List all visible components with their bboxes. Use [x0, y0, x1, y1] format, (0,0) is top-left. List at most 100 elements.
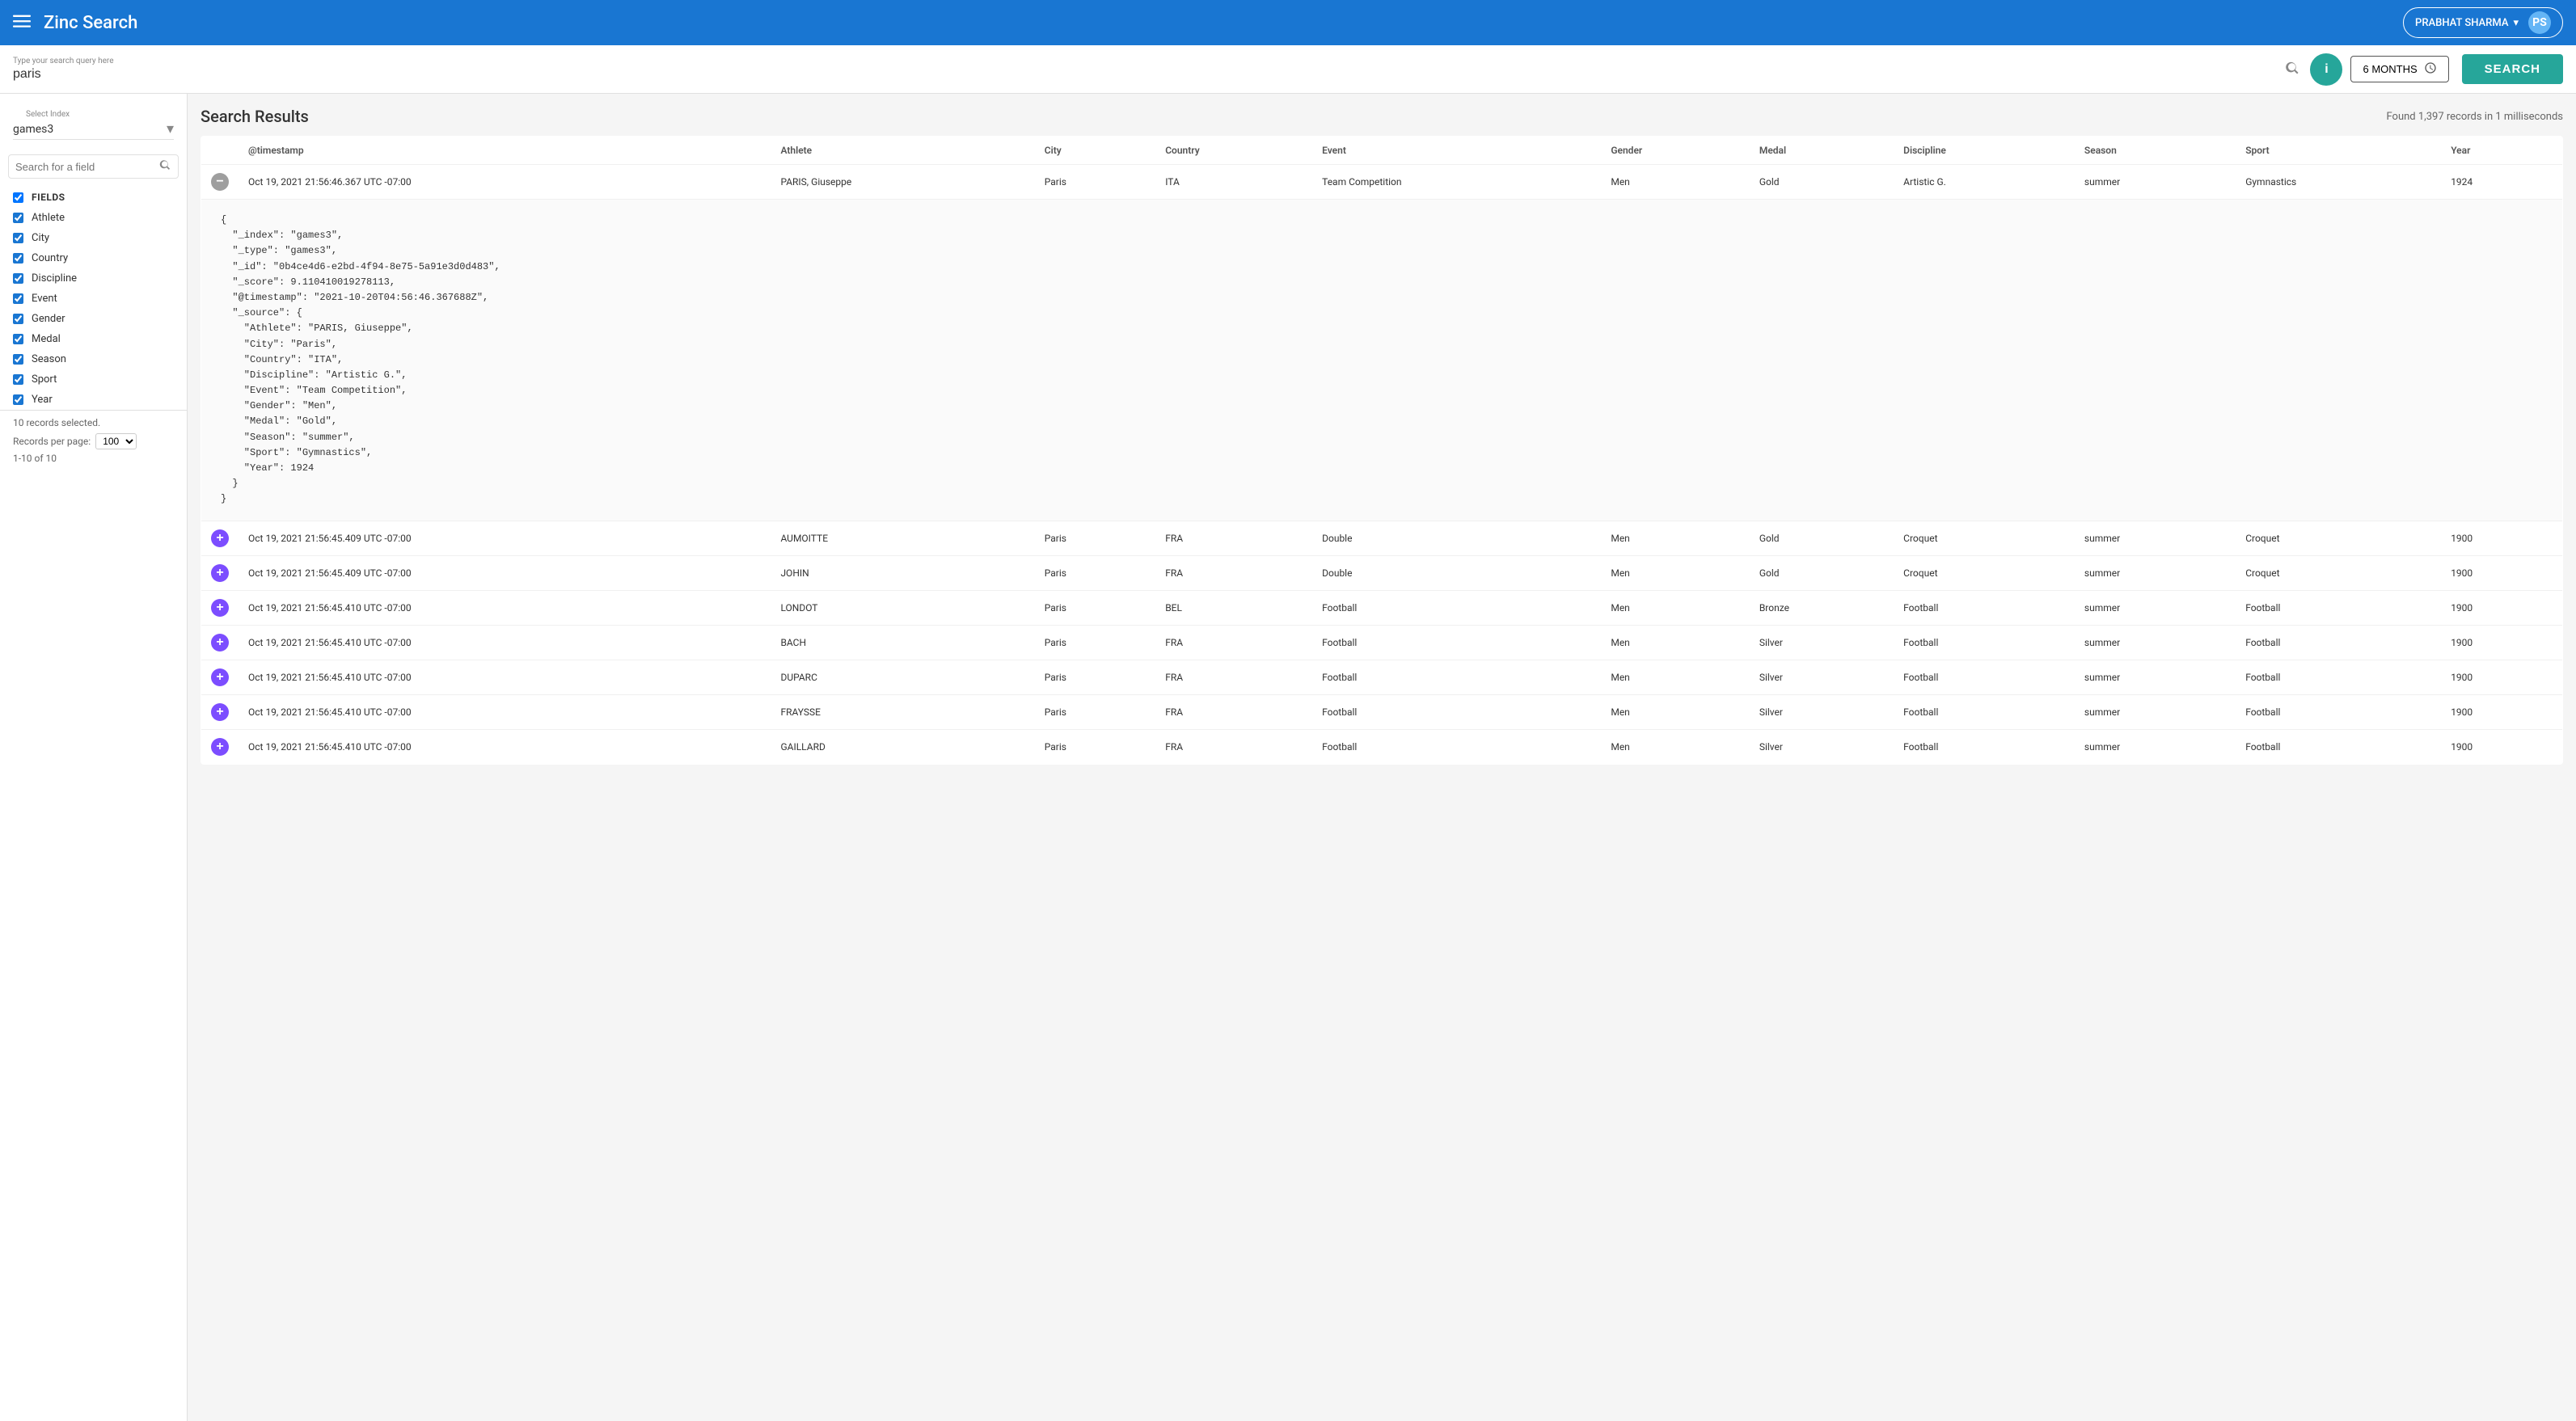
- field-checkbox-medal[interactable]: [13, 334, 23, 344]
- field-label-event[interactable]: Event: [32, 293, 57, 305]
- cell-athlete: GAILLARD: [771, 729, 1034, 764]
- fields-select-all-checkbox[interactable]: [13, 192, 23, 203]
- row-toggle-button[interactable]: +: [211, 599, 229, 617]
- field-label-discipline[interactable]: Discipline: [32, 272, 77, 285]
- table-row: + Oct 19, 2021 21:56:45.410 UTC -07:00BAC…: [201, 625, 2563, 660]
- cell-city: Paris: [1035, 521, 1155, 555]
- search-icon-button[interactable]: [2281, 57, 2304, 82]
- search-input-label: Type your search query here: [13, 57, 2271, 65]
- field-label-city[interactable]: City: [32, 232, 49, 244]
- field-item-gender: Gender: [6, 309, 180, 329]
- app-title: Zinc Search: [44, 13, 2403, 33]
- user-menu[interactable]: PRABHAT SHARMA ▾ PS: [2403, 7, 2563, 38]
- table-row: +Oct 19, 2021 21:56:45.409 UTC -07:00AUM…: [201, 521, 2563, 555]
- row-toggle-cell: +: [201, 694, 239, 729]
- cell-sport: Football: [2236, 729, 2441, 764]
- expanded-json-row: { "_index": "games3", "_type": "games3",…: [201, 200, 2563, 521]
- field-label-country[interactable]: Country: [32, 252, 68, 264]
- cell-athlete: PARIS, Giuseppe: [771, 165, 1034, 200]
- field-search-input[interactable]: [15, 161, 158, 173]
- cell-timestamp: Oct 19, 2021 21:56:46.367 UTC -07:00: [239, 165, 771, 200]
- cell-country: FRA: [1155, 694, 1312, 729]
- row-toggle-cell: +: [201, 729, 239, 764]
- cell-city: Paris: [1035, 625, 1155, 660]
- row-toggle-button[interactable]: +: [211, 668, 229, 686]
- cell-gender: Men: [1601, 660, 1749, 694]
- cell-gender: Men: [1601, 165, 1749, 200]
- table-header: @timestampAthleteCityCountryEventGenderM…: [201, 137, 2563, 165]
- search-input[interactable]: [13, 67, 2271, 82]
- cell-timestamp: Oct 19, 2021 21:56:45.410 UTC -07:00: [239, 625, 771, 660]
- row-toggle-button[interactable]: −: [211, 173, 229, 191]
- index-value: games3: [13, 123, 167, 136]
- row-toggle-button[interactable]: +: [211, 529, 229, 547]
- info-button[interactable]: i: [2310, 53, 2342, 86]
- time-filter-button[interactable]: 6 MONTHS: [2350, 56, 2448, 82]
- col-header-medal: Medal: [1750, 137, 1894, 165]
- cell-season: summer: [2075, 660, 2236, 694]
- search-button[interactable]: SEARCH: [2462, 54, 2563, 84]
- field-checkbox-sport[interactable]: [13, 374, 23, 385]
- cell-event: Double: [1312, 521, 1601, 555]
- cell-year: 1900: [2441, 555, 2562, 590]
- row-toggle-button[interactable]: +: [211, 703, 229, 721]
- cell-country: FRA: [1155, 729, 1312, 764]
- table-row: +Oct 19, 2021 21:56:45.410 UTC -07:00LON…: [201, 590, 2563, 625]
- cell-year: 1900: [2441, 694, 2562, 729]
- cell-medal: Silver: [1750, 729, 1894, 764]
- cell-discipline: Football: [1894, 625, 2075, 660]
- field-checkbox-athlete[interactable]: [13, 213, 23, 223]
- field-checkbox-city[interactable]: [13, 233, 23, 243]
- field-label-medal[interactable]: Medal: [32, 333, 61, 345]
- info-icon: i: [2325, 62, 2328, 77]
- cell-city: Paris: [1035, 590, 1155, 625]
- field-checkbox-country[interactable]: [13, 253, 23, 264]
- field-label-year[interactable]: Year: [32, 394, 53, 406]
- cell-athlete: LONDOT: [771, 590, 1034, 625]
- cell-discipline: Football: [1894, 694, 2075, 729]
- col-header-season: Season: [2075, 137, 2236, 165]
- row-toggle-cell: +: [201, 660, 239, 694]
- field-checkbox-gender[interactable]: [13, 314, 23, 324]
- field-checkbox-season[interactable]: [13, 354, 23, 365]
- cell-sport: Gymnastics: [2236, 165, 2441, 200]
- cell-sport: Croquet: [2236, 521, 2441, 555]
- field-checkbox-year[interactable]: [13, 394, 23, 405]
- cell-year: 1900: [2441, 590, 2562, 625]
- cell-discipline: Croquet: [1894, 521, 2075, 555]
- records-per-page: Records per page: 100 50 25: [13, 433, 174, 449]
- cell-country: FRA: [1155, 555, 1312, 590]
- field-label-gender[interactable]: Gender: [32, 313, 65, 325]
- row-toggle-button[interactable]: +: [211, 564, 229, 582]
- field-checkbox-event[interactable]: [13, 293, 23, 304]
- header: Zinc Search PRABHAT SHARMA ▾ PS: [0, 0, 2576, 45]
- field-label-season[interactable]: Season: [32, 353, 66, 365]
- cell-gender: Men: [1601, 555, 1749, 590]
- field-label-athlete[interactable]: Athlete: [32, 212, 65, 224]
- menu-icon[interactable]: [13, 12, 31, 33]
- col-header-athlete: Athlete: [771, 137, 1034, 165]
- cell-season: summer: [2075, 555, 2236, 590]
- avatar: PS: [2528, 11, 2551, 34]
- field-search-icon[interactable]: [158, 158, 171, 175]
- col-header-event: Event: [1312, 137, 1601, 165]
- user-name: PRABHAT SHARMA: [2415, 17, 2508, 29]
- field-item-event: Event: [6, 289, 180, 309]
- table-row: +Oct 19, 2021 21:56:45.410 UTC -07:00GAI…: [201, 729, 2563, 764]
- cell-country: FRA: [1155, 521, 1312, 555]
- cell-gender: Men: [1601, 729, 1749, 764]
- select-index-label: Select Index: [13, 102, 174, 119]
- row-toggle-button[interactable]: +: [211, 634, 229, 651]
- cell-athlete: BACH: [771, 625, 1034, 660]
- cell-country: FRA: [1155, 625, 1312, 660]
- row-toggle-button[interactable]: +: [211, 738, 229, 756]
- layout: Select Index games3 ▾ FIELDS Athlete Cit…: [0, 94, 2576, 1421]
- records-per-page-select[interactable]: 100 50 25: [95, 433, 137, 449]
- field-item-medal: Medal: [6, 329, 180, 349]
- cell-medal: Silver: [1750, 625, 1894, 660]
- field-label-sport[interactable]: Sport: [32, 373, 57, 386]
- table-row: −Oct 19, 2021 21:56:46.367 UTC -07:00PAR…: [201, 165, 2563, 200]
- field-checkbox-discipline[interactable]: [13, 273, 23, 284]
- index-selector[interactable]: games3 ▾: [13, 119, 174, 140]
- selected-count: 10 records selected.: [13, 417, 174, 428]
